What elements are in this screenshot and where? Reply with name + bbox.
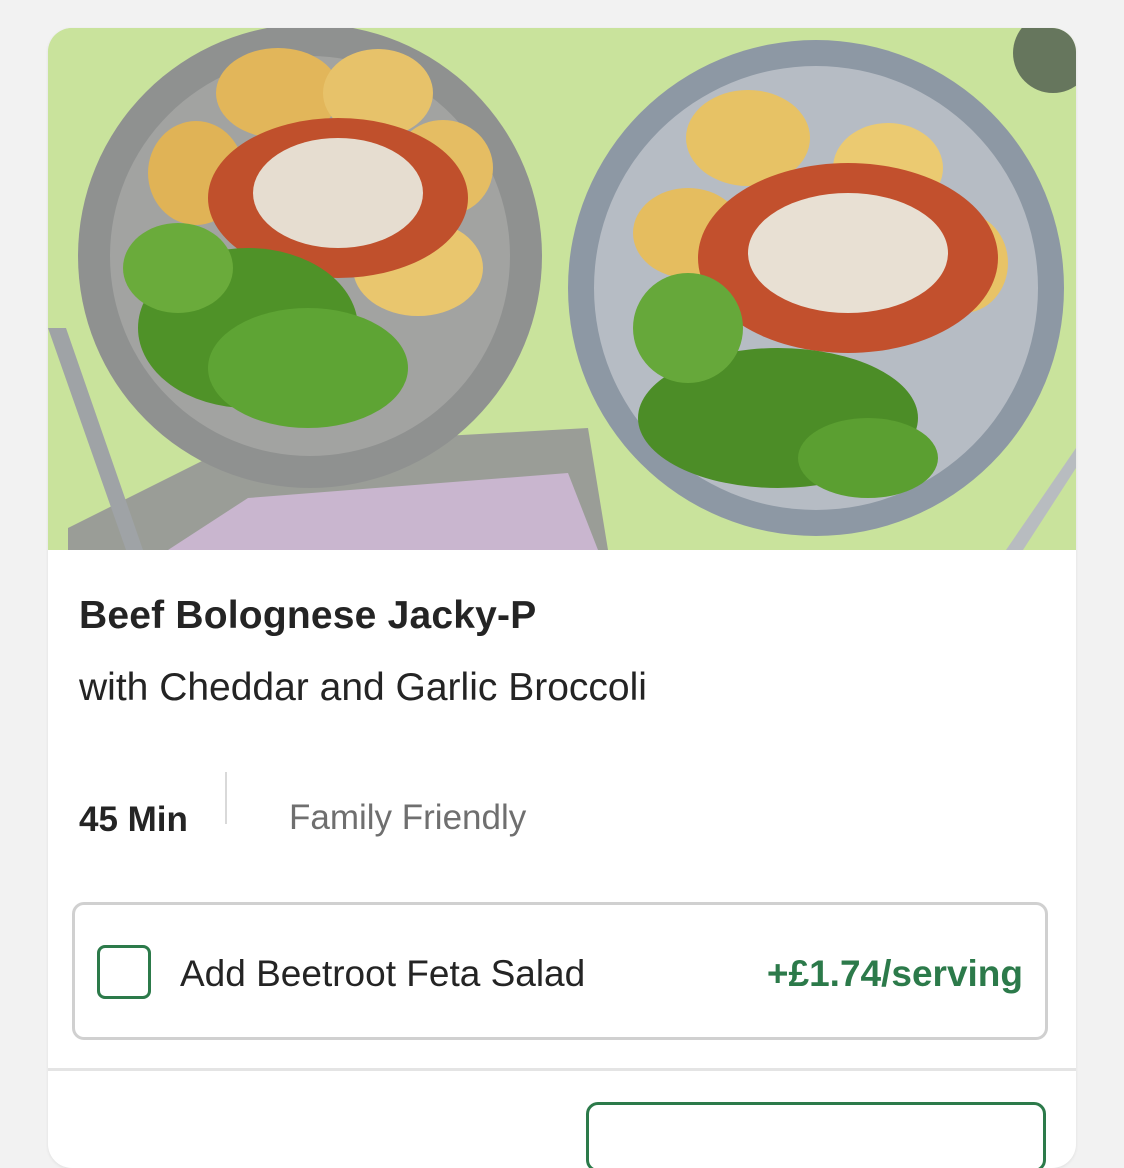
recipe-photo[interactable] bbox=[48, 28, 1076, 550]
recipe-tag: Family Friendly bbox=[289, 798, 527, 837]
recipe-card[interactable]: Beef Bolognese Jacky-P with Cheddar and … bbox=[48, 28, 1076, 1168]
recipe-photo-illustration bbox=[48, 28, 1076, 550]
addon-price: +£1.74/serving bbox=[766, 953, 1023, 994]
meta-divider bbox=[225, 772, 227, 824]
prep-time: 45 Min bbox=[79, 800, 188, 839]
empty-checkbox-icon[interactable] bbox=[97, 945, 151, 999]
addon-option[interactable]: Add Beetroot Feta Salad +£1.74/serving bbox=[72, 902, 1048, 1040]
recipe-title: Beef Bolognese Jacky-P bbox=[79, 594, 537, 637]
add-recipe-button[interactable] bbox=[586, 1102, 1046, 1168]
recipe-subtitle: with Cheddar and Garlic Broccoli bbox=[79, 666, 647, 709]
addon-label: Add Beetroot Feta Salad bbox=[180, 953, 586, 994]
divider bbox=[48, 1068, 1076, 1071]
